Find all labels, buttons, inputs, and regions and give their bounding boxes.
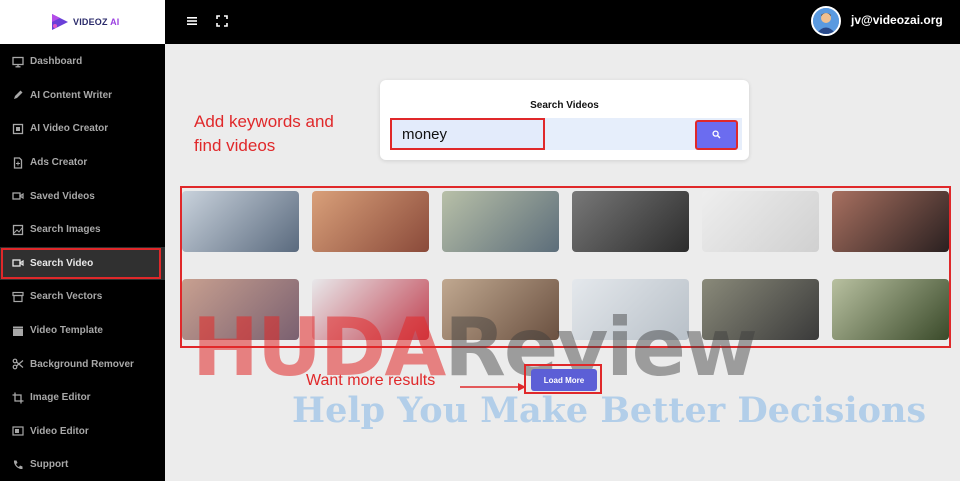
video-camera-icon bbox=[11, 190, 24, 203]
monitor-icon bbox=[11, 55, 24, 68]
sidebar-item-label: AI Content Writer bbox=[30, 89, 113, 101]
sidebar-item-dashboard[interactable]: Dashboard bbox=[0, 45, 165, 79]
logo-name: VIDEOZ bbox=[73, 17, 108, 27]
sidebar-item-label: Saved Videos bbox=[30, 190, 95, 202]
video-edit-icon bbox=[11, 425, 24, 438]
image-icon bbox=[11, 223, 24, 236]
thumbnail-image bbox=[442, 191, 559, 252]
clapper-icon bbox=[11, 324, 24, 337]
annotation-more: Want more results bbox=[306, 372, 436, 389]
sidebar-item-ads-creator[interactable]: Ads Creator bbox=[0, 146, 165, 180]
video-thumbnail[interactable] bbox=[832, 191, 949, 252]
sidebar-item-search-vectors[interactable]: Search Vectors bbox=[0, 280, 165, 314]
archive-icon bbox=[11, 290, 24, 303]
sidebar-item-label: Image Editor bbox=[30, 392, 91, 404]
thumbnail-image bbox=[572, 191, 689, 252]
video-thumbnail[interactable] bbox=[312, 191, 429, 252]
thumbnail-image bbox=[832, 279, 949, 340]
sidebar-item-image-editor[interactable]: Image Editor bbox=[0, 381, 165, 415]
sidebar: VIDEOZ AI Dashboard AI Content Writer AI… bbox=[0, 0, 165, 481]
sidebar-item-support[interactable]: Support bbox=[0, 448, 165, 481]
sidebar-item-label: Video Template bbox=[30, 325, 103, 337]
crop-icon bbox=[11, 391, 24, 404]
sidebar-item-background-remover[interactable]: Background Remover bbox=[0, 347, 165, 381]
thumbnail-image bbox=[182, 191, 299, 252]
search-card-title: Search Videos bbox=[530, 100, 599, 111]
thumbnail-image bbox=[832, 191, 949, 252]
annotation-arrow-icon bbox=[460, 379, 526, 391]
sidebar-item-label: Support bbox=[30, 459, 69, 471]
thumbnail-image bbox=[702, 191, 819, 252]
phone-icon bbox=[11, 458, 24, 471]
search-input[interactable] bbox=[390, 118, 545, 150]
video-camera-icon bbox=[11, 257, 24, 270]
sidebar-item-label: Background Remover bbox=[30, 358, 134, 370]
thumbnail-image bbox=[312, 191, 429, 252]
logo[interactable]: VIDEOZ AI bbox=[0, 0, 165, 44]
video-thumbnail[interactable] bbox=[702, 191, 819, 252]
sidebar-item-label: Search Vectors bbox=[30, 291, 103, 303]
sidebar-item-label: Ads Creator bbox=[30, 157, 88, 169]
sidebar-item-video-editor[interactable]: Video Editor bbox=[0, 415, 165, 449]
search-bar bbox=[390, 118, 742, 150]
sidebar-item-video-template[interactable]: Video Template bbox=[0, 314, 165, 348]
film-icon bbox=[11, 122, 24, 135]
sidebar-nav: Dashboard AI Content Writer AI Video Cre… bbox=[0, 44, 165, 481]
annotation-keywords: Add keywords and find videos bbox=[194, 112, 334, 155]
search-card: Search Videos bbox=[380, 80, 749, 160]
sidebar-item-search-video[interactable]: Search Video bbox=[0, 246, 165, 281]
sidebar-item-ai-video-creator[interactable]: AI Video Creator bbox=[0, 112, 165, 146]
sidebar-item-ai-content-writer[interactable]: AI Content Writer bbox=[0, 79, 165, 113]
avatar[interactable] bbox=[811, 6, 841, 36]
video-thumbnail[interactable] bbox=[832, 279, 949, 340]
fullscreen-icon[interactable] bbox=[215, 14, 229, 28]
sidebar-item-label: Video Editor bbox=[30, 425, 89, 437]
logo-suffix: AI bbox=[110, 17, 120, 27]
watermark-sub: Help You Make Better Decisions bbox=[292, 390, 927, 431]
sidebar-item-saved-videos[interactable]: Saved Videos bbox=[0, 179, 165, 213]
sidebar-item-label: AI Video Creator bbox=[30, 123, 109, 135]
scissors-icon bbox=[11, 358, 24, 371]
sidebar-item-search-images[interactable]: Search Images bbox=[0, 213, 165, 247]
video-thumbnail[interactable] bbox=[182, 191, 299, 252]
sidebar-item-label: Dashboard bbox=[30, 56, 83, 68]
menu-icon[interactable] bbox=[185, 14, 199, 28]
document-icon bbox=[11, 156, 24, 169]
video-thumbnail[interactable] bbox=[442, 191, 559, 252]
load-more-button[interactable]: Load More bbox=[531, 369, 597, 391]
topbar: jv@videozai.org bbox=[165, 0, 960, 44]
pen-icon bbox=[11, 89, 24, 102]
video-thumbnail[interactable] bbox=[572, 191, 689, 252]
sidebar-item-label: Search Images bbox=[30, 224, 101, 236]
logo-play-icon bbox=[50, 12, 70, 32]
search-button[interactable] bbox=[695, 120, 738, 150]
search-icon bbox=[712, 126, 721, 144]
sidebar-item-label: Search Video bbox=[30, 257, 94, 269]
user-email[interactable]: jv@videozai.org bbox=[851, 13, 943, 27]
